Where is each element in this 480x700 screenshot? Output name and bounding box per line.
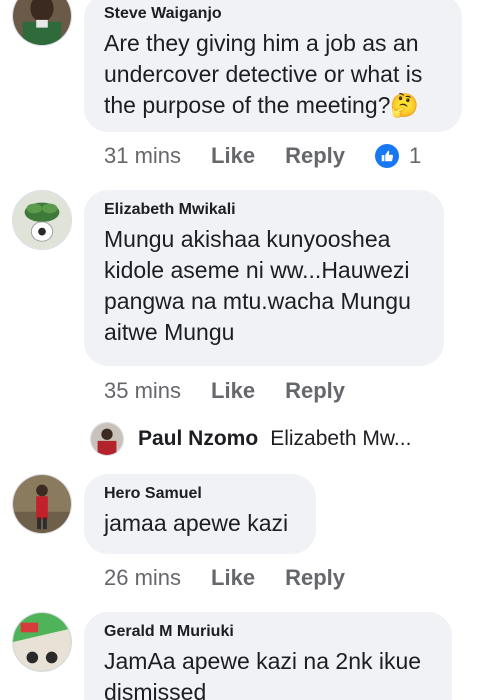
comment-actions: 31 mins Like Reply 1	[104, 141, 421, 171]
comment-text: JamAa apewe kazi na 2nk ikue dismissed	[104, 648, 422, 700]
comment-timestamp[interactable]: 31 mins	[104, 143, 181, 169]
comment-actions: 26 mins Like Reply	[104, 563, 375, 593]
avatar-steve[interactable]	[12, 0, 72, 46]
comment-text: Mungu akishaa kunyooshea kidole aseme ni…	[104, 226, 411, 345]
like-button[interactable]: Like	[211, 378, 255, 404]
reply-preview[interactable]: Paul Nzomo Elizabeth Mw...	[90, 420, 470, 458]
avatar-paul[interactable]	[90, 422, 124, 456]
reaction-count[interactable]: 1	[375, 143, 421, 169]
avatar-gerald[interactable]	[12, 612, 72, 672]
comment-timestamp[interactable]: 35 mins	[104, 378, 181, 404]
avatar-elizabeth[interactable]	[12, 190, 72, 250]
comment-author[interactable]: Steve Waiganjo	[104, 4, 442, 24]
comment-actions: 35 mins Like Reply	[104, 376, 375, 406]
reply-button[interactable]: Reply	[285, 565, 345, 591]
comment-author[interactable]: Hero Samuel	[104, 484, 296, 504]
comment-bubble: Steve Waiganjo Are they giving him a job…	[84, 0, 462, 132]
like-button[interactable]: Like	[211, 143, 255, 169]
reply-author[interactable]: Paul Nzomo	[138, 427, 258, 451]
like-button[interactable]: Like	[211, 565, 255, 591]
comment-author[interactable]: Gerald M Muriuki	[104, 622, 432, 642]
reaction-count-value: 1	[409, 143, 422, 168]
reply-preview-text: Elizabeth Mw...	[270, 427, 412, 450]
comment-text: Are they giving him a job as an undercov…	[104, 30, 423, 118]
avatar-hero[interactable]	[12, 474, 72, 534]
comment-bubble: Gerald M Muriuki JamAa apewe kazi na 2nk…	[84, 612, 452, 700]
comment-bubble: Hero Samuel jamaa apewe kazi	[84, 474, 316, 554]
reply-button[interactable]: Reply	[285, 378, 345, 404]
comment-author[interactable]: Elizabeth Mwikali	[104, 200, 424, 220]
comment-bubble: Elizabeth Mwikali Mungu akishaa kunyoosh…	[84, 190, 444, 366]
like-thumb-icon	[375, 144, 399, 168]
comment-text: jamaa apewe kazi	[104, 510, 289, 536]
comment-timestamp[interactable]: 26 mins	[104, 565, 181, 591]
reply-button[interactable]: Reply	[285, 143, 345, 169]
